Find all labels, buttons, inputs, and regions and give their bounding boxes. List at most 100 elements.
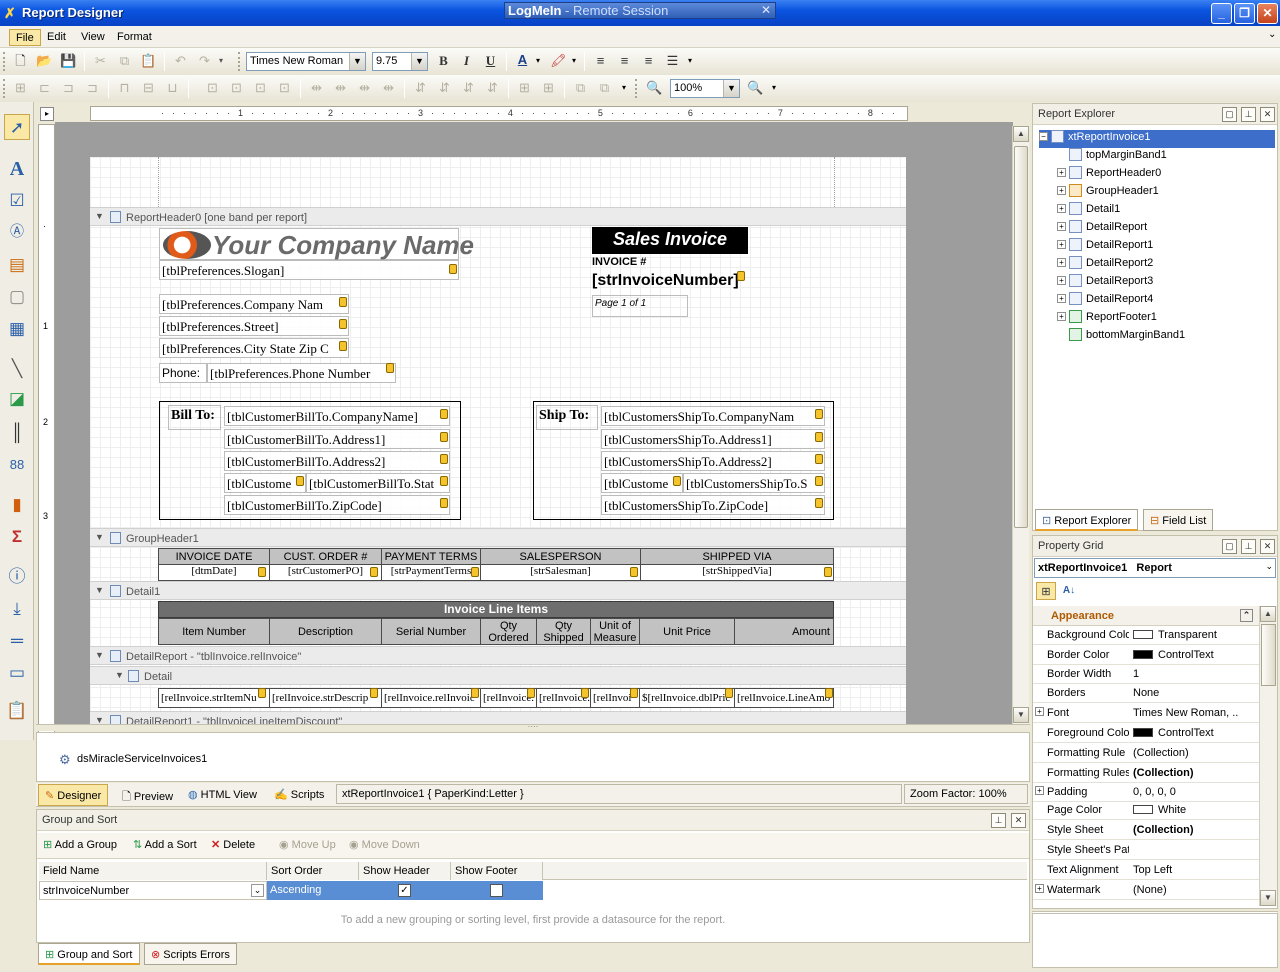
tree-node-detail1[interactable]: + Detail1 <box>1039 202 1275 220</box>
field-name-combo[interactable]: strInvoiceNumber ⌄ <box>39 881 267 900</box>
tree-node-detail-report[interactable]: + DetailReport <box>1039 220 1275 238</box>
tag-icon[interactable] <box>440 476 448 486</box>
field-name-column[interactable]: Field Name <box>39 862 267 880</box>
zipcode-icon[interactable]: 88 <box>4 452 30 478</box>
maximize-button[interactable]: ❐ <box>1234 3 1255 24</box>
align-bottoms-icon[interactable]: ⊔ <box>162 78 183 98</box>
tab-scripts-errors[interactable]: ⊗ Scripts Errors <box>144 943 237 965</box>
shape-icon[interactable]: ◪ <box>4 386 30 412</box>
v-spacing-increase-icon[interactable]: ⇵ <box>434 78 455 98</box>
invoice-label[interactable]: INVOICE # <box>592 256 646 268</box>
align-center-icon[interactable]: ≡ <box>614 51 635 71</box>
line-items-title[interactable]: Invoice Line Items <box>158 601 834 618</box>
tag-icon[interactable] <box>339 297 347 307</box>
tag-icon[interactable] <box>471 688 479 698</box>
close-button[interactable]: ✕ <box>1257 3 1278 24</box>
detail-band[interactable]: ▼ Detail1 <box>90 581 906 600</box>
chevron-down-icon[interactable]: ▾ <box>219 56 223 65</box>
sort-order-column[interactable]: Sort Order <box>267 862 359 880</box>
barcode-icon[interactable]: ║ <box>4 420 30 446</box>
tab-designer[interactable]: ✎ Designer <box>38 784 109 806</box>
add-group-button[interactable]: ⊞ Add a Group <box>43 838 117 851</box>
richtext-icon[interactable]: Ⓐ <box>4 218 30 244</box>
close-icon[interactable]: ✕ <box>1260 107 1275 122</box>
property-row[interactable]: Background Colo Transparent <box>1033 626 1259 645</box>
menu-view[interactable]: View <box>75 29 111 46</box>
show-footer-column[interactable]: Show Footer <box>451 862 543 880</box>
ship-to-address2[interactable]: [tblCustomersShipTo.Address2] <box>601 451 825 471</box>
chevron-down-icon[interactable]: ⌄ <box>1268 29 1276 40</box>
h-spacing-increase-icon[interactable]: ⇹ <box>330 78 351 98</box>
tree-node-bottom-margin[interactable]: bottomMarginBand1 <box>1039 328 1275 346</box>
scroll-down-icon[interactable]: ▼ <box>1260 890 1276 906</box>
minimize-button[interactable]: _ <box>1211 3 1232 24</box>
justify-icon[interactable]: ☰ <box>662 51 683 71</box>
tab-report-explorer[interactable]: ⊡ Report Explorer <box>1035 509 1139 531</box>
tag-icon[interactable] <box>258 688 266 698</box>
scroll-up-icon[interactable]: ▲ <box>1260 606 1276 622</box>
copy-icon[interactable]: ⧉ <box>114 51 135 71</box>
open-icon[interactable]: 📂 <box>34 51 55 71</box>
property-row[interactable]: Style Sheet (Collection) <box>1033 821 1259 840</box>
zoom-combo[interactable]: 100% ▼ <box>670 79 740 98</box>
bill-to-address1[interactable]: [tblCustomerBillTo.Address1] <box>224 429 450 449</box>
ship-to-label[interactable]: Ship To: <box>536 405 598 430</box>
tag-icon[interactable] <box>258 567 266 577</box>
tab-scripts[interactable]: ✍ Scripts <box>268 784 330 806</box>
scroll-thumb[interactable] <box>1014 146 1028 528</box>
property-row[interactable]: + Watermark (None) <box>1033 881 1259 900</box>
property-row[interactable]: Borders None <box>1033 684 1259 703</box>
cust-order-header[interactable]: CUST. ORDER # <box>269 548 382 565</box>
tag-icon[interactable] <box>440 498 448 508</box>
close-icon[interactable]: ✕ <box>761 3 771 17</box>
property-grid-scrollbar[interactable]: ▲ ▼ <box>1259 606 1277 906</box>
property-row[interactable]: Formatting Rule (Collection) <box>1033 744 1259 763</box>
tree-node-report-header[interactable]: + ReportHeader0 <box>1039 166 1275 184</box>
ruler-corner-button[interactable]: ▸ <box>40 107 54 121</box>
phone-field[interactable]: [tblPreferences.Phone Number <box>207 363 396 383</box>
property-row[interactable]: Foreground Colo ControlText <box>1033 724 1259 743</box>
undo-icon[interactable]: ↶ <box>170 51 191 71</box>
tag-icon[interactable] <box>296 476 304 486</box>
page-info-field[interactable]: Page 1 of 1 <box>592 295 688 317</box>
tag-icon[interactable] <box>824 567 832 577</box>
scroll-up-icon[interactable]: ▲ <box>1013 126 1029 142</box>
tab-field-list[interactable]: ⊟ Field List <box>1143 509 1214 531</box>
checkbox-icon[interactable]: ☑ <box>4 188 30 214</box>
categorized-icon[interactable]: ⊞ <box>1036 582 1056 600</box>
h-spacing-remove-icon[interactable]: ⇹ <box>378 78 399 98</box>
toolbar-grip[interactable] <box>3 52 7 71</box>
bring-to-front-icon[interactable]: ⧉ <box>570 78 591 98</box>
align-centers-icon[interactable]: ⊐ <box>58 78 79 98</box>
tag-icon[interactable] <box>630 688 638 698</box>
menu-file[interactable]: File <box>9 29 41 46</box>
tag-icon[interactable] <box>825 688 833 698</box>
tree-node-detail-report1[interactable]: + DetailReport1 <box>1039 238 1275 256</box>
ship-to-city[interactable]: [tblCustome <box>601 473 683 493</box>
bill-to-state[interactable]: [tblCustomerBillTo.Stat <box>306 473 450 493</box>
same-size-icon[interactable]: ⊡ <box>250 78 271 98</box>
chevron-down-icon[interactable]: ▾ <box>688 56 692 65</box>
property-row[interactable]: + Padding 0, 0, 0, 0 <box>1033 783 1259 802</box>
property-row[interactable]: Formatting Rules (Collection) <box>1033 764 1259 783</box>
zoom-in-icon[interactable]: 🔍 <box>745 78 766 98</box>
pin-icon[interactable]: ⊥ <box>1241 539 1256 554</box>
tag-icon[interactable] <box>581 688 589 698</box>
tag-icon[interactable] <box>630 567 638 577</box>
same-height-icon[interactable]: ⊡ <box>226 78 247 98</box>
splitter[interactable]: ···· <box>36 723 1030 731</box>
detail-report-band[interactable]: ▼ DetailReport - "tblInvoice.relInvoice" <box>90 646 906 665</box>
payment-terms-header[interactable]: PAYMENT TERMS <box>381 548 481 565</box>
align-middles-icon[interactable]: ⊟ <box>138 78 159 98</box>
remote-session-banner[interactable]: LogMeIn - Remote Session ✕ <box>504 2 776 19</box>
amount-field[interactable]: [relInvoice.LineAmo <box>734 688 834 708</box>
street-field[interactable]: [tblPreferences.Street] <box>159 316 349 336</box>
page-info-icon[interactable]: ⓘ <box>4 564 30 590</box>
center-vertically-icon[interactable]: ⊞ <box>538 78 559 98</box>
new-icon[interactable]: 🗋 <box>10 51 31 71</box>
sort-order-cell[interactable]: Ascending <box>267 881 359 900</box>
tab-html-view[interactable]: ◍ HTML View <box>182 784 263 806</box>
subreport-icon[interactable]: 📋 <box>4 698 30 724</box>
property-row[interactable]: Border Width 1 <box>1033 665 1259 684</box>
serial-number-field[interactable]: [relInvoice.relInvoic <box>381 688 481 708</box>
